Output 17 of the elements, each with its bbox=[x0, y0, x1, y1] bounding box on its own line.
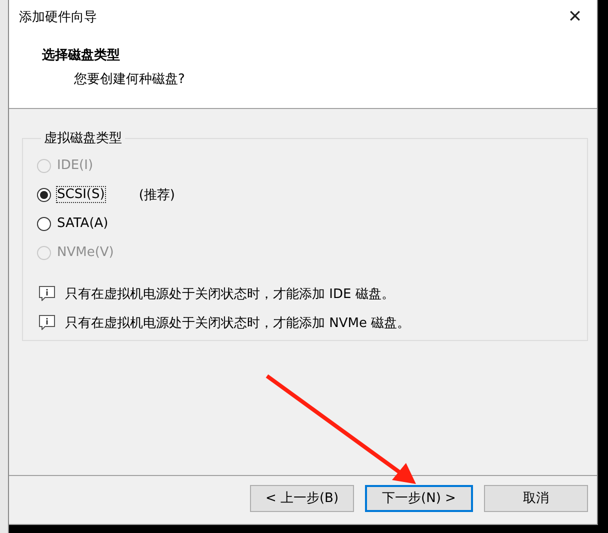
info-icon bbox=[39, 286, 55, 301]
step-subtitle: 您要创建何种磁盘? bbox=[73, 71, 186, 88]
info-icon bbox=[39, 315, 55, 330]
group-label: 虚拟磁盘类型 bbox=[43, 130, 123, 147]
close-button[interactable]: ✕ bbox=[553, 0, 597, 34]
wizard-button[interactable]: 取消 bbox=[484, 484, 588, 512]
wizard-button[interactable]: < 上一步(B) bbox=[250, 484, 354, 512]
radio-label[interactable]: SATA(A) bbox=[57, 216, 108, 231]
step-title: 选择磁盘类型 bbox=[42, 47, 121, 64]
radio-button[interactable] bbox=[37, 188, 51, 202]
radio-button[interactable] bbox=[37, 216, 51, 230]
info-message: 只有在虚拟机电源处于关闭状态时，才能添加 NVMe 磁盘。 bbox=[65, 314, 410, 332]
recommended-note: (推荐) bbox=[138, 186, 175, 204]
radio-label[interactable]: SCSI(S) bbox=[57, 187, 105, 202]
wizard-button[interactable]: 下一步(N) > bbox=[365, 484, 473, 512]
info-message: 只有在虚拟机电源处于关闭状态时，才能添加 IDE 磁盘。 bbox=[65, 286, 394, 302]
window-title: 添加硬件向导 bbox=[19, 9, 97, 26]
